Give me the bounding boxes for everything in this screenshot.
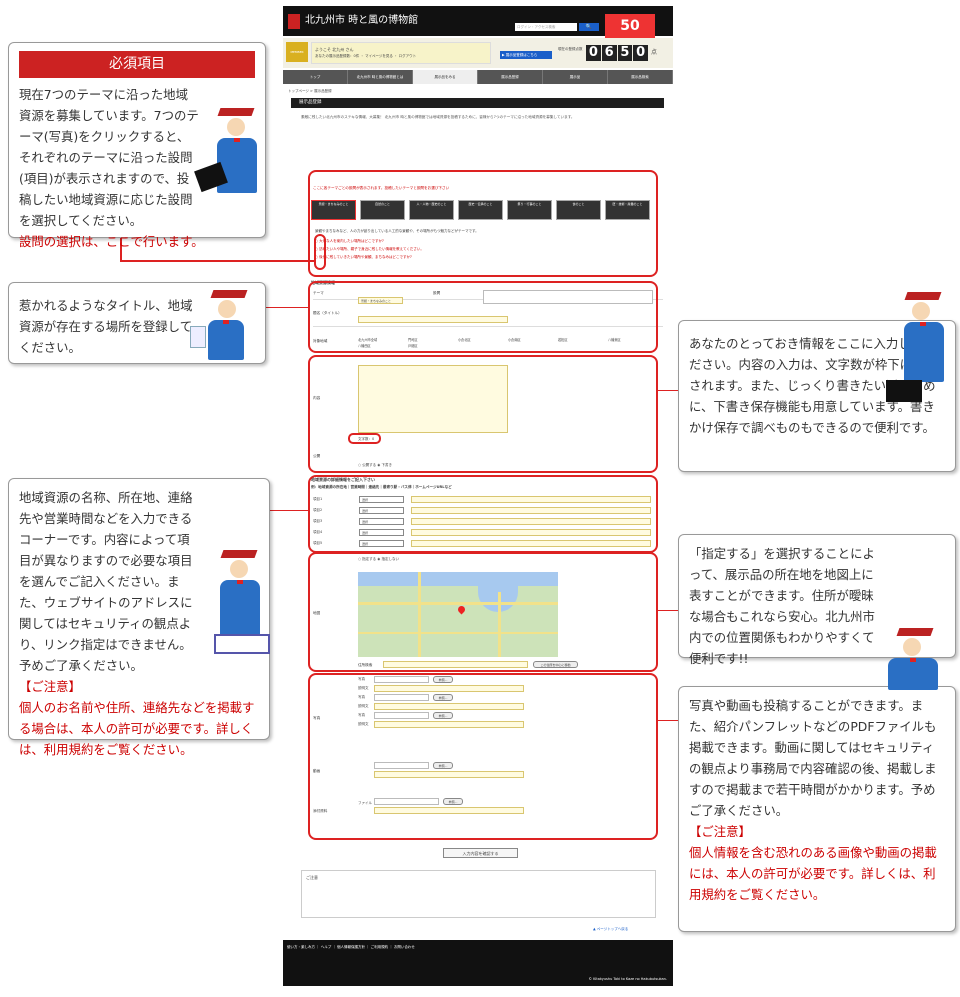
counter-unit: 点 (651, 49, 658, 56)
highlight-char-count (348, 433, 381, 444)
open-book-icon (214, 634, 270, 654)
search-input[interactable]: ログイン・アクセス検索 (515, 23, 577, 31)
counter-digit: 5 (617, 45, 633, 61)
site-logo[interactable]: 北九州市 時と風の博物館 (305, 15, 418, 27)
search-button[interactable]: 🔍 (579, 23, 599, 31)
teacher-illustration (886, 292, 958, 402)
callout-media: 写真や動画も投稿することができます。また、紹介パンフレットなどのPDFファイルも… (678, 686, 956, 932)
nav-item-view[interactable]: 展示品をみる (413, 70, 478, 84)
nav-item-search[interactable]: 展示品検索 (608, 70, 673, 84)
connector-line (265, 510, 309, 511)
callout-media-body: 写真や動画も投稿することができます。また、紹介パンフレットなどのPDFファイルも… (689, 698, 937, 818)
confirm-button[interactable]: 入力内容を確認する (443, 848, 518, 858)
callout-details-body: 地域資源の名称、所在地、連絡先や営業時間などを入力できるコーナーです。内容によっ… (19, 490, 193, 673)
connector-line (658, 610, 678, 611)
paper-icon (190, 326, 206, 348)
intro-text: 素敵に残したい北九州市のステキな情報、大募集！ 北九州市 時と風の博物館では地域… (301, 115, 575, 119)
callout-media-note-head: 【ご注意】 (689, 824, 751, 839)
connector-line (265, 307, 309, 308)
callout-media-note: 個人情報を含む恐れのある画像や動画の掲載には、本人の許可が必要です。詳しくは、利… (689, 845, 937, 902)
teacher-illustration (858, 628, 958, 690)
callout-map-body: 「指定する」を選択することによって、展示品の所在地を地図上に表すことができます。… (689, 546, 875, 666)
counter-digit: 0 (633, 45, 648, 61)
connector-line (658, 390, 678, 391)
callout-required-heading: 必須項目 (19, 51, 255, 78)
highlight-title (308, 281, 658, 353)
user-box: ようこそ 北九州 さん あなたの展示品登録数：0件 ・ マイページを見る ・ ロ… (311, 42, 491, 64)
notes-title: ご注意 (306, 875, 318, 880)
highlight-theme-select (308, 170, 658, 277)
page-title: 展示品登録 (288, 98, 664, 108)
notes-box: ご注意 (301, 870, 656, 918)
highlight-map (308, 552, 658, 672)
nav-item-register[interactable]: 展示品登録 (478, 70, 543, 84)
nav-item-items[interactable]: 展示品 (543, 70, 608, 84)
nav-item-top[interactable]: トップ (283, 70, 348, 84)
callout-title-body: 惹かれるようなタイトル、地域資源が存在する場所を登録してください。 (19, 298, 193, 355)
highlight-question-radios (314, 234, 326, 270)
teacher-illustration (194, 108, 275, 218)
highlight-details (308, 475, 658, 553)
teacher-illustration (200, 550, 280, 665)
connector-line (120, 260, 316, 262)
registration-counter: 0 6 5 0 (586, 45, 648, 61)
member-badge: MEMBER (286, 42, 308, 62)
callout-required-body: 現在7つのテーマに沿った地域資源を募集しています。7つのテーマ(写真)をクリック… (19, 87, 199, 228)
counter-caption: 現在の登録点数 (558, 47, 583, 51)
counter-digit: 6 (601, 45, 617, 61)
main-nav: トップ 北九州市 時と風の博物館とは 展示品をみる 展示品登録 展示品 展示品検… (283, 70, 673, 84)
callout-details-note: 個人のお名前や住所、連絡先などを掲載する場合は、本人の許可が必要です。詳しくは、… (19, 700, 255, 757)
user-links[interactable]: あなたの展示品登録数：0件 ・ マイページを見る ・ ログアウト (315, 53, 487, 60)
teacher-illustration (190, 290, 260, 360)
counter-digit: 0 (586, 45, 601, 61)
entry-button[interactable]: ▶ 展示品登録はこちら (500, 51, 552, 59)
nav-item-about[interactable]: 北九州市 時と風の博物館とは (348, 70, 413, 84)
site-footer: 使い方・楽しみ方 ｜ ヘルプ ｜ 個人情報保護方針 ｜ ご利用規約 ｜ お問い合… (283, 940, 673, 986)
callout-required-note: 設問の選択は、ここで行います。 (19, 234, 204, 249)
anniversary-badge: 50 (605, 14, 655, 38)
highlight-media (308, 673, 658, 840)
logo-icon (288, 14, 300, 29)
callout-details-note-head: 【ご注意】 (19, 679, 81, 694)
highlight-content (308, 355, 658, 473)
welcome-text: ようこそ 北九州 さん (315, 47, 354, 52)
page-top-link[interactable]: ▲ ページトップへ戻る (593, 926, 628, 932)
connector-line (658, 720, 678, 721)
breadcrumb[interactable]: トップページ > 展示品登録 (288, 88, 332, 94)
site-header: 北九州市 時と風の博物館 ログイン・アクセス検索 🔍 50 (283, 6, 673, 38)
footer-copyright: © Kitakyushu Toki to Kaze no Hakubutsuka… (588, 977, 667, 981)
footer-links[interactable]: 使い方・楽しみ方 ｜ ヘルプ ｜ 個人情報保護方針 ｜ ご利用規約 ｜ お問い合… (287, 944, 669, 950)
